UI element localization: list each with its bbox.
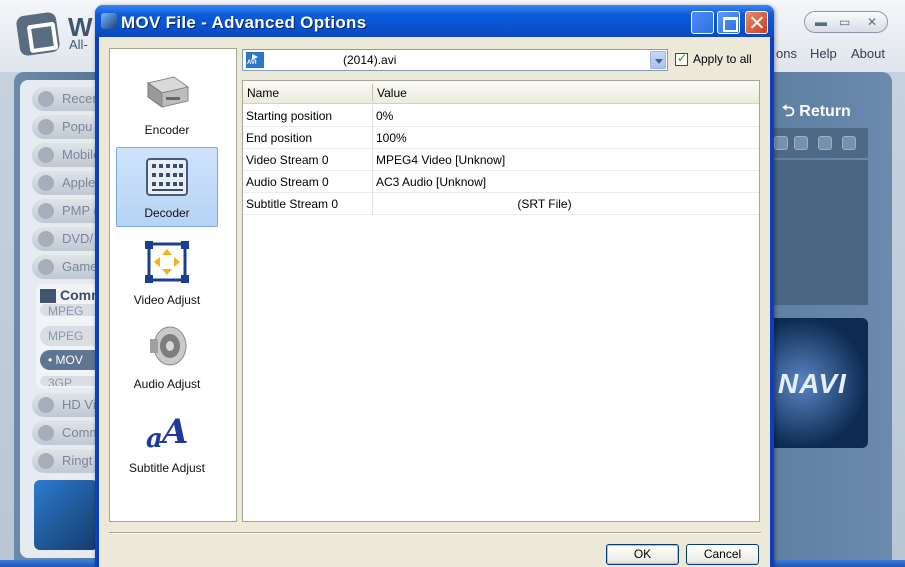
row-name: Subtitle Stream 0: [246, 197, 339, 211]
sidebar-item-ringtone[interactable]: Ringt: [32, 449, 102, 473]
category-decoder[interactable]: Decoder: [116, 147, 218, 227]
brand-banner-text: NAVI: [778, 368, 847, 399]
sidebar-sub-mpeg-1[interactable]: MPEG: [40, 304, 100, 316]
column-header-value[interactable]: Value: [377, 86, 407, 100]
table-row[interactable]: Subtitle Stream 0 (SRT File): [243, 193, 759, 215]
sidebar-item-common-audio[interactable]: Comm: [32, 421, 102, 445]
background-app-subtitle: All-: [69, 37, 88, 52]
background-window-controls: ▬ ▭ ✕: [804, 11, 888, 33]
sidebar-item-pmp[interactable]: PMP (: [32, 199, 102, 223]
category-video-adjust[interactable]: Video Adjust: [116, 233, 218, 313]
menu-help[interactable]: Help: [810, 46, 837, 61]
cell-divider: [372, 149, 373, 171]
dialog-client-area: Encoder Decoder Video Adjust Audio Adjus…: [99, 37, 770, 567]
apply-to-all-label[interactable]: Apply to all: [693, 52, 752, 66]
table-row[interactable]: Video Stream 0 MPEG4 Video [Unknow]: [243, 149, 759, 171]
row-value[interactable]: MPEG4 Video [Unknow]: [376, 153, 505, 167]
app-icon: [101, 13, 117, 29]
category-label: Audio Adjust: [133, 377, 201, 391]
sidebar-item-apple[interactable]: Apple: [32, 171, 102, 195]
category-list: Encoder Decoder Video Adjust Audio Adjus…: [109, 48, 237, 522]
video-adjust-icon: [145, 241, 189, 283]
row-name: Audio Stream 0: [246, 175, 329, 189]
category-label: Encoder: [144, 123, 190, 137]
add-icon[interactable]: [818, 136, 832, 150]
app-logo-icon: [15, 11, 61, 57]
category-encoder[interactable]: Encoder: [116, 63, 218, 143]
category-subtitle-adjust[interactable]: a A Subtitle Adjust: [116, 401, 218, 481]
down-icon[interactable]: [794, 136, 808, 150]
chevron-down-icon[interactable]: [650, 51, 666, 69]
svg-text:A: A: [159, 412, 188, 451]
maximize-icon[interactable]: ▭: [839, 15, 850, 29]
sidebar-sub-mpeg-2[interactable]: MPEG: [40, 326, 100, 346]
cancel-button[interactable]: Cancel: [686, 544, 759, 565]
close-icon[interactable]: ✕: [867, 15, 877, 29]
remove-icon[interactable]: [842, 136, 856, 150]
row-value[interactable]: (SRT File): [373, 197, 716, 211]
sidebar-item-popular[interactable]: Popu: [32, 115, 102, 139]
category-label: Video Adjust: [133, 293, 201, 307]
sidebar-item-hd-video[interactable]: HD Vi: [32, 393, 102, 417]
file-select[interactable]: (2014).avi: [242, 49, 668, 71]
sidebar-item-game[interactable]: Game: [32, 255, 102, 279]
dialog-title: MOV File - Advanced Options: [121, 13, 367, 32]
category-label: Subtitle Adjust: [128, 461, 206, 475]
table-header: Name Value: [243, 81, 759, 104]
row-name: Video Stream 0: [246, 153, 329, 167]
table-row[interactable]: Starting position 0%: [243, 105, 759, 127]
column-header-name[interactable]: Name: [247, 86, 279, 100]
dialog-titlebar[interactable]: MOV File - Advanced Options: [95, 5, 774, 37]
cell-divider: [372, 127, 373, 149]
row-name: End position: [246, 131, 313, 145]
convert-arrow-icon[interactable]: [34, 480, 98, 550]
menu-about[interactable]: About: [851, 46, 885, 61]
ok-button[interactable]: OK: [606, 544, 679, 565]
svg-text:a: a: [146, 424, 163, 451]
decoder-icon: [146, 158, 188, 196]
properties-table: Name Value Starting position 0% End posi…: [242, 80, 760, 522]
cell-divider: [372, 171, 373, 193]
background-toolbar: [774, 128, 868, 158]
return-button[interactable]: Return: [782, 100, 851, 127]
row-name: Starting position: [246, 109, 333, 123]
cell-divider: [372, 105, 373, 127]
row-value[interactable]: AC3 Audio [Unknow]: [376, 175, 486, 189]
sidebar-sub-mov[interactable]: • MOV: [40, 350, 100, 370]
row-value[interactable]: 100%: [376, 131, 407, 145]
advanced-options-dialog: MOV File - Advanced Options Encoder Deco…: [95, 5, 774, 567]
avi-file-icon: [246, 52, 264, 68]
minimize-icon[interactable]: ▬: [815, 15, 827, 29]
category-label: Decoder: [144, 206, 190, 220]
toolbar-icon[interactable]: [774, 136, 788, 150]
table-row[interactable]: End position 100%: [243, 127, 759, 149]
sidebar-item-recent[interactable]: Recen: [32, 87, 102, 111]
encoder-icon: [146, 76, 190, 108]
sidebar-item-mobile[interactable]: Mobile: [32, 143, 102, 167]
apply-to-all-checkbox[interactable]: [675, 51, 688, 66]
speaker-icon: [150, 326, 187, 366]
subtitle-icon: a A: [146, 412, 188, 451]
close-button[interactable]: [745, 11, 768, 34]
category-audio-adjust[interactable]: Audio Adjust: [116, 317, 218, 397]
footer-divider: [109, 532, 761, 534]
minimize-button[interactable]: [691, 11, 714, 34]
column-divider[interactable]: [372, 84, 373, 101]
preview-area: [774, 160, 868, 305]
maximize-button[interactable]: [717, 11, 740, 34]
file-select-value: (2014).avi: [343, 53, 397, 67]
row-value[interactable]: 0%: [376, 109, 393, 123]
table-row[interactable]: Audio Stream 0 AC3 Audio [Unknow]: [243, 171, 759, 193]
menu-options[interactable]: ons: [776, 46, 797, 61]
sidebar-sub-3gp[interactable]: 3GP: [40, 376, 100, 386]
sidebar-item-dvd[interactable]: DVD/: [32, 227, 102, 251]
